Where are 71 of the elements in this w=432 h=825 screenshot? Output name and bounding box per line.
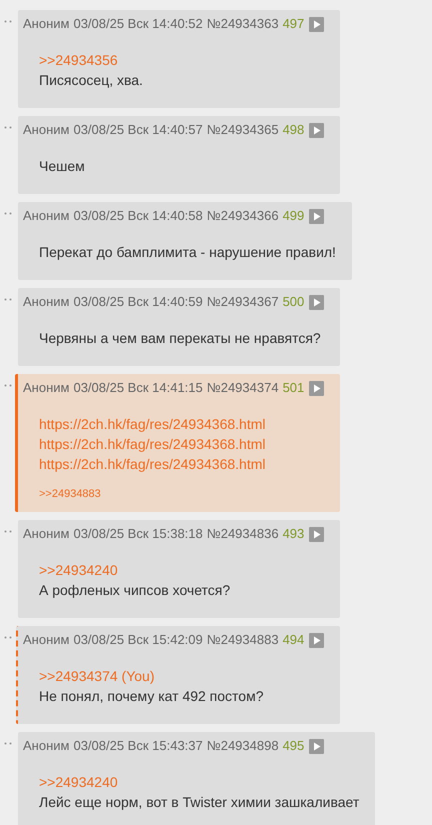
reply-link[interactable]: >>24934240 — [39, 560, 118, 580]
post-datetime: 03/08/25 Вск 14:41:15 — [73, 379, 203, 397]
post-count: 498 — [282, 121, 304, 139]
play-button[interactable] — [309, 380, 324, 396]
post-datetime: 03/08/25 Вск 14:40:58 — [73, 207, 203, 225]
post-text: Писясосец, хва. — [39, 71, 143, 90]
reply-link[interactable]: >>24934356 — [39, 50, 118, 70]
author-name: Аноним — [23, 737, 70, 755]
author-name: Аноним — [23, 631, 70, 649]
play-button[interactable] — [309, 632, 324, 648]
play-icon — [312, 742, 321, 750]
post-text: А рофленых чипсов хочется? — [39, 581, 230, 600]
post-datetime: 03/08/25 Вск 15:42:09 — [73, 631, 203, 649]
post-count: 499 — [282, 207, 304, 225]
play-icon — [312, 530, 321, 538]
post-text: Перекат до бамплимита - нарушение правил! — [39, 243, 336, 262]
play-button[interactable] — [309, 738, 324, 754]
dots-icon — [4, 298, 12, 301]
post-datetime: 03/08/25 Вск 14:40:59 — [73, 293, 203, 311]
author-name: Аноним — [23, 293, 70, 311]
play-icon — [312, 384, 321, 392]
dots-icon — [4, 530, 12, 533]
play-icon — [312, 126, 321, 134]
post-number[interactable]: №24934367 — [206, 292, 279, 312]
play-icon — [312, 636, 321, 644]
post-number[interactable]: №24934883 — [206, 630, 279, 650]
author-name: Аноним — [23, 525, 70, 543]
post-number[interactable]: №24934898 — [206, 736, 279, 756]
post-number[interactable]: №24934363 — [206, 14, 279, 34]
post-count: 493 — [282, 525, 304, 543]
dots-icon — [4, 636, 12, 639]
play-icon — [312, 20, 321, 28]
reply-link[interactable]: >>24934240 — [39, 772, 118, 792]
play-button[interactable] — [309, 294, 324, 310]
author-name: Аноним — [23, 379, 70, 397]
dots-icon — [4, 126, 12, 129]
author-name: Аноним — [23, 207, 70, 225]
author-name: Аноним — [23, 121, 70, 139]
post-text: Червяны а чем вам перекаты не нравятся? — [39, 329, 321, 348]
post-number[interactable]: №24934374 — [206, 378, 279, 398]
post-count: 500 — [282, 293, 304, 311]
reply-link[interactable]: >>24934374 (You) — [39, 666, 154, 686]
post-text: Чешем — [39, 157, 85, 176]
dots-icon — [4, 20, 12, 23]
dots-icon — [4, 742, 12, 745]
post-count: 495 — [282, 737, 304, 755]
post-number[interactable]: №24934366 — [206, 206, 279, 226]
dots-icon — [4, 384, 12, 387]
post-count: 497 — [282, 15, 304, 33]
post-datetime: 03/08/25 Вск 15:43:37 — [73, 737, 203, 755]
play-icon — [312, 212, 321, 220]
post-datetime: 03/08/25 Вск 14:40:52 — [73, 15, 203, 33]
url-link[interactable]: https://2ch.hk/fag/res/24934368.html — [39, 414, 266, 434]
play-button[interactable] — [309, 16, 324, 32]
author-name: Аноним — [23, 15, 70, 33]
post-text: Не понял, почему кат 492 постом? — [39, 687, 264, 706]
play-button[interactable] — [309, 122, 324, 138]
post-count: 501 — [282, 379, 304, 397]
play-icon — [312, 298, 321, 306]
play-button[interactable] — [309, 526, 324, 542]
url-link[interactable]: https://2ch.hk/fag/res/24934368.html — [39, 434, 266, 454]
dots-icon — [4, 212, 12, 215]
play-button[interactable] — [309, 208, 324, 224]
post-number[interactable]: №24934836 — [206, 524, 279, 544]
post-text: Лейс еще норм, вот в Twister химии зашкаливает — [39, 793, 360, 812]
post-datetime: 03/08/25 Вск 15:38:18 — [73, 525, 203, 543]
post-count: 494 — [282, 631, 304, 649]
post-datetime: 03/08/25 Вск 14:40:57 — [73, 121, 203, 139]
post-number[interactable]: №24934365 — [206, 120, 279, 140]
backlink[interactable]: >>24934883 — [39, 486, 101, 502]
url-link[interactable]: https://2ch.hk/fag/res/24934368.html — [39, 454, 266, 474]
